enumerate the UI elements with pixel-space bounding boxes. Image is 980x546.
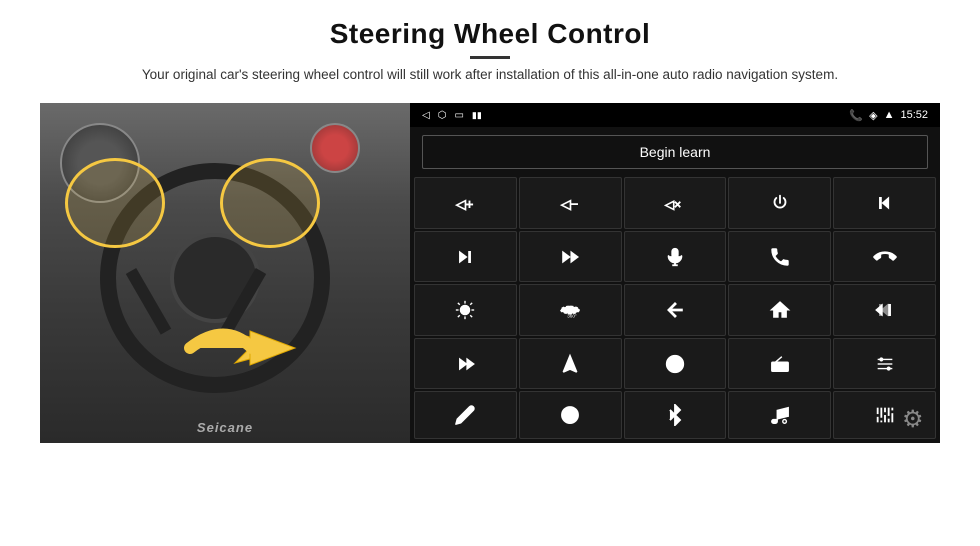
wifi-status-icon: ▲ (884, 109, 895, 121)
rewind-button[interactable] (833, 284, 936, 336)
controls-grid: ◁+ ◁− ◁× (410, 177, 940, 443)
menu-settings-button[interactable] (833, 338, 936, 390)
prev-track-button[interactable] (833, 177, 936, 229)
watermark: Seicane (197, 420, 253, 435)
radio-panel: ◁ ⬡ ▭ ▮▮ 📞 ◈ ▲ 15:52 Begin learn (410, 103, 940, 443)
home-nav-icon[interactable]: ⬡ (438, 110, 447, 121)
steering-wheel-hub (170, 233, 260, 323)
phone-answer-button[interactable] (728, 231, 831, 283)
back-nav-button[interactable] (624, 284, 727, 336)
vol-up-button[interactable]: ◁+ (414, 177, 517, 229)
svg-text:◁−: ◁− (561, 197, 578, 212)
circle-power-button[interactable] (519, 391, 622, 439)
radio-button[interactable] (728, 338, 831, 390)
power-button[interactable] (728, 177, 831, 229)
brightness-button[interactable] (414, 284, 517, 336)
status-bar-right: 📞 ◈ ▲ 15:52 (849, 109, 928, 122)
begin-learn-row: Begin learn (410, 127, 940, 177)
skip-forward-button[interactable] (414, 338, 517, 390)
gauge-right (310, 123, 360, 173)
subtitle: Your original car's steering wheel contr… (142, 65, 838, 85)
pen-button[interactable] (414, 391, 517, 439)
vol-down-button[interactable]: ◁− (519, 177, 622, 229)
bluetooth-button[interactable] (624, 391, 727, 439)
title-divider (470, 56, 510, 59)
highlight-circle-right (220, 158, 320, 248)
svg-text:◁+: ◁+ (456, 197, 473, 212)
highlight-circle-left (65, 158, 165, 248)
music-button[interactable] (728, 391, 831, 439)
phone-status-icon: 📞 (849, 109, 863, 122)
status-bar: ◁ ⬡ ▭ ▮▮ 📞 ◈ ▲ 15:52 (410, 103, 940, 127)
360-button[interactable]: 360° (519, 284, 622, 336)
next-button[interactable] (414, 231, 517, 283)
back-nav-icon[interactable]: ◁ (422, 110, 430, 121)
svg-text:360°: 360° (567, 313, 577, 318)
status-bar-left: ◁ ⬡ ▭ ▮▮ (422, 110, 482, 121)
mute-button[interactable]: ◁× (624, 177, 727, 229)
signal-icon: ▮▮ (472, 110, 482, 121)
begin-learn-button[interactable]: Begin learn (422, 135, 928, 169)
page-title: Steering Wheel Control (142, 18, 838, 50)
mic-button[interactable] (624, 231, 727, 283)
phone-hang-up-button[interactable] (833, 231, 936, 283)
location-icon: ◈ (869, 109, 877, 122)
swap-button[interactable] (624, 338, 727, 390)
page-settings-gear[interactable]: ⚙ (902, 405, 930, 433)
recents-nav-icon[interactable]: ▭ (454, 110, 463, 121)
title-section: Steering Wheel Control Your original car… (142, 18, 838, 95)
fast-forward-button[interactable] (519, 231, 622, 283)
page-container: Steering Wheel Control Your original car… (0, 0, 980, 546)
arrow-indicator (180, 313, 300, 388)
content-area: Seicane ◁ ⬡ ▭ ▮▮ 📞 ◈ ▲ 15:52 (40, 103, 940, 443)
svg-text:◁×: ◁× (665, 198, 681, 212)
navigation-button[interactable] (519, 338, 622, 390)
car-image: Seicane (40, 103, 410, 443)
clock: 15:52 (900, 109, 928, 121)
home-nav-button[interactable] (728, 284, 831, 336)
